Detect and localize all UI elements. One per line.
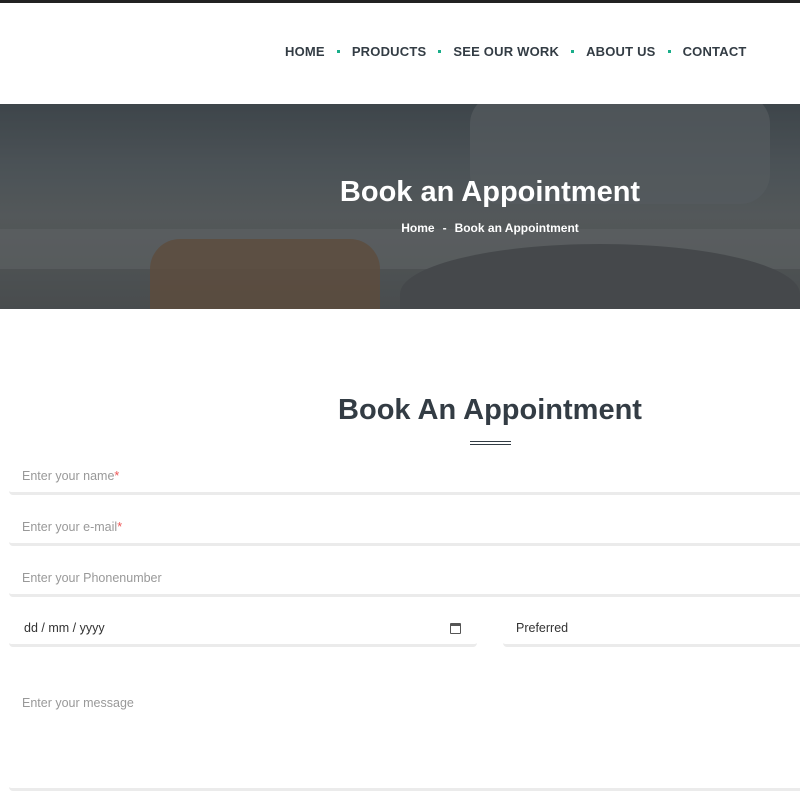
date-input[interactable]: dd / mm / yyyy bbox=[9, 611, 477, 647]
hero-banner: Book an Appointment Home - Book an Appoint… bbox=[0, 104, 800, 309]
nav-separator bbox=[336, 50, 340, 53]
message-placeholder: Enter your message bbox=[22, 696, 134, 710]
required-mark: * bbox=[117, 520, 123, 534]
top-bar bbox=[0, 0, 800, 3]
nav-about-us[interactable]: ABOUT US bbox=[586, 44, 656, 59]
preferred-select[interactable]: Preferred bbox=[503, 611, 800, 647]
main-nav: HOME PRODUCTS SEE OUR WORK ABOUT US CONT… bbox=[285, 44, 747, 59]
phone-placeholder: Enter your Phonenumber bbox=[22, 571, 162, 585]
breadcrumb-home[interactable]: Home bbox=[401, 221, 434, 235]
email-placeholder: Enter your e-mail bbox=[22, 520, 118, 534]
nav-home[interactable]: HOME bbox=[285, 44, 325, 59]
breadcrumb: Home - Book an Appointment bbox=[0, 221, 800, 235]
email-input[interactable]: Enter your e-mail* bbox=[9, 510, 800, 546]
nav-separator bbox=[438, 50, 442, 53]
breadcrumb-current: Book an Appointment bbox=[454, 221, 579, 235]
hero-title: Book an Appointment bbox=[339, 176, 641, 208]
breadcrumb-separator: - bbox=[442, 221, 447, 235]
nav-separator bbox=[667, 50, 671, 53]
name-placeholder: Enter your name bbox=[22, 469, 115, 483]
nav-contact[interactable]: CONTACT bbox=[683, 44, 747, 59]
preferred-value: Preferred bbox=[516, 621, 569, 635]
form-title: Book An Appointment bbox=[338, 394, 642, 426]
date-value: dd / mm / yyyy bbox=[24, 621, 105, 635]
phone-input[interactable]: Enter your Phonenumber bbox=[9, 561, 800, 597]
calendar-icon[interactable] bbox=[450, 623, 461, 634]
nav-products[interactable]: PRODUCTS bbox=[352, 44, 427, 59]
nav-separator bbox=[571, 50, 575, 53]
name-input[interactable]: Enter your name* bbox=[9, 459, 800, 495]
message-textarea[interactable]: Enter your message bbox=[9, 680, 800, 791]
nav-see-our-work[interactable]: SEE OUR WORK bbox=[453, 44, 559, 59]
title-divider bbox=[470, 441, 511, 445]
required-mark: * bbox=[114, 469, 120, 483]
